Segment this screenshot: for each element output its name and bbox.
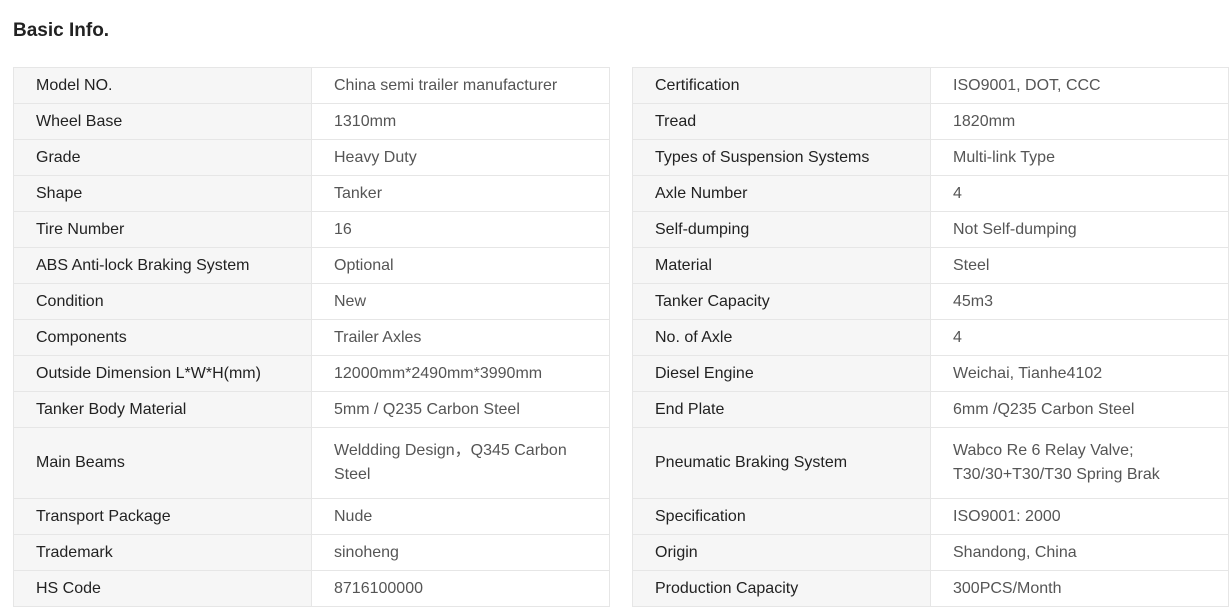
table-row: Tanker Body Material 5mm / Q235 Carbon S… [13, 391, 610, 428]
spec-value: Heavy Duty [311, 139, 610, 176]
spec-value: ISO9001: 2000 [930, 498, 1229, 535]
spec-key: Tanker Capacity [632, 283, 931, 320]
spec-key: Tanker Body Material [13, 391, 312, 428]
table-row: Main Beams Weldding Design，Q345 Carbon S… [13, 427, 610, 499]
table-row: Types of Suspension Systems Multi-link T… [632, 139, 1229, 176]
table-row: Production Capacity 300PCS/Month [632, 570, 1229, 607]
section-title: Basic Info. [13, 20, 110, 41]
spec-key: Tire Number [13, 211, 312, 248]
spec-key: Trademark [13, 534, 312, 571]
spec-value: 8716100000 [311, 570, 610, 607]
basic-info-table-left: Model NO. China semi trailer manufacture… [13, 67, 610, 607]
table-row: Origin Shandong, China [632, 534, 1229, 571]
spec-value: Steel [930, 247, 1229, 284]
spec-key: Shape [13, 175, 312, 212]
table-row: End Plate 6mm /Q235 Carbon Steel [632, 391, 1229, 428]
spec-value: Nude [311, 498, 610, 535]
spec-value: Optional [311, 247, 610, 284]
table-row: Pneumatic Braking System Wabco Re 6 Rela… [632, 427, 1229, 499]
spec-value: Not Self-dumping [930, 211, 1229, 248]
table-row: Outside Dimension L*W*H(mm) 12000mm*2490… [13, 355, 610, 392]
table-row: Material Steel [632, 247, 1229, 284]
basic-info-table-right: Certification ISO9001, DOT, CCC Tread 18… [632, 67, 1229, 607]
table-row: Components Trailer Axles [13, 319, 610, 356]
spec-value: Weichai, Tianhe4102 [930, 355, 1229, 392]
table-row: Self-dumping Not Self-dumping [632, 211, 1229, 248]
spec-key: Axle Number [632, 175, 931, 212]
table-row: Certification ISO9001, DOT, CCC [632, 67, 1229, 104]
spec-key: Origin [632, 534, 931, 571]
spec-value: New [311, 283, 610, 320]
spec-key: Transport Package [13, 498, 312, 535]
spec-key: Production Capacity [632, 570, 931, 607]
spec-key: Tread [632, 103, 931, 140]
table-row: ABS Anti-lock Braking System Optional [13, 247, 610, 284]
spec-value: Wabco Re 6 Relay Valve; T30/30+T30/T30 S… [930, 427, 1229, 499]
table-row: Axle Number 4 [632, 175, 1229, 212]
spec-key: HS Code [13, 570, 312, 607]
table-row: Tire Number 16 [13, 211, 610, 248]
spec-value: Tanker [311, 175, 610, 212]
spec-value: Multi-link Type [930, 139, 1229, 176]
spec-key: Specification [632, 498, 931, 535]
spec-value: 1820mm [930, 103, 1229, 140]
spec-value: 6mm /Q235 Carbon Steel [930, 391, 1229, 428]
spec-key: No. of Axle [632, 319, 931, 356]
spec-value: 4 [930, 319, 1229, 356]
spec-key: End Plate [632, 391, 931, 428]
spec-value: 12000mm*2490mm*3990mm [311, 355, 610, 392]
table-row: Transport Package Nude [13, 498, 610, 535]
table-row: Model NO. China semi trailer manufacture… [13, 67, 610, 104]
spec-value: 45m3 [930, 283, 1229, 320]
table-row: Diesel Engine Weichai, Tianhe4102 [632, 355, 1229, 392]
table-row: No. of Axle 4 [632, 319, 1229, 356]
spec-key: ABS Anti-lock Braking System [13, 247, 312, 284]
spec-value: ISO9001, DOT, CCC [930, 67, 1229, 104]
spec-key: Wheel Base [13, 103, 312, 140]
spec-key: Self-dumping [632, 211, 931, 248]
spec-value: sinoheng [311, 534, 610, 571]
spec-key: Outside Dimension L*W*H(mm) [13, 355, 312, 392]
table-row: Shape Tanker [13, 175, 610, 212]
spec-key: Condition [13, 283, 312, 320]
spec-value: 4 [930, 175, 1229, 212]
spec-value: China semi trailer manufacturer [311, 67, 610, 104]
spec-key: Main Beams [13, 427, 312, 499]
spec-key: Types of Suspension Systems [632, 139, 931, 176]
spec-key: Diesel Engine [632, 355, 931, 392]
spec-value: 16 [311, 211, 610, 248]
spec-value: Weldding Design，Q345 Carbon Steel [311, 427, 610, 499]
table-row: Wheel Base 1310mm [13, 103, 610, 140]
spec-value: 300PCS/Month [930, 570, 1229, 607]
table-row: Trademark sinoheng [13, 534, 610, 571]
spec-value: Trailer Axles [311, 319, 610, 356]
spec-key: Grade [13, 139, 312, 176]
spec-key: Model NO. [13, 67, 312, 104]
spec-value: Shandong, China [930, 534, 1229, 571]
table-row: HS Code 8716100000 [13, 570, 610, 607]
table-row: Specification ISO9001: 2000 [632, 498, 1229, 535]
table-row: Grade Heavy Duty [13, 139, 610, 176]
spec-key: Certification [632, 67, 931, 104]
spec-key: Components [13, 319, 312, 356]
spec-value: 5mm / Q235 Carbon Steel [311, 391, 610, 428]
table-row: Condition New [13, 283, 610, 320]
spec-value: 1310mm [311, 103, 610, 140]
table-row: Tread 1820mm [632, 103, 1229, 140]
spec-key: Material [632, 247, 931, 284]
table-row: Tanker Capacity 45m3 [632, 283, 1229, 320]
spec-key: Pneumatic Braking System [632, 427, 931, 499]
